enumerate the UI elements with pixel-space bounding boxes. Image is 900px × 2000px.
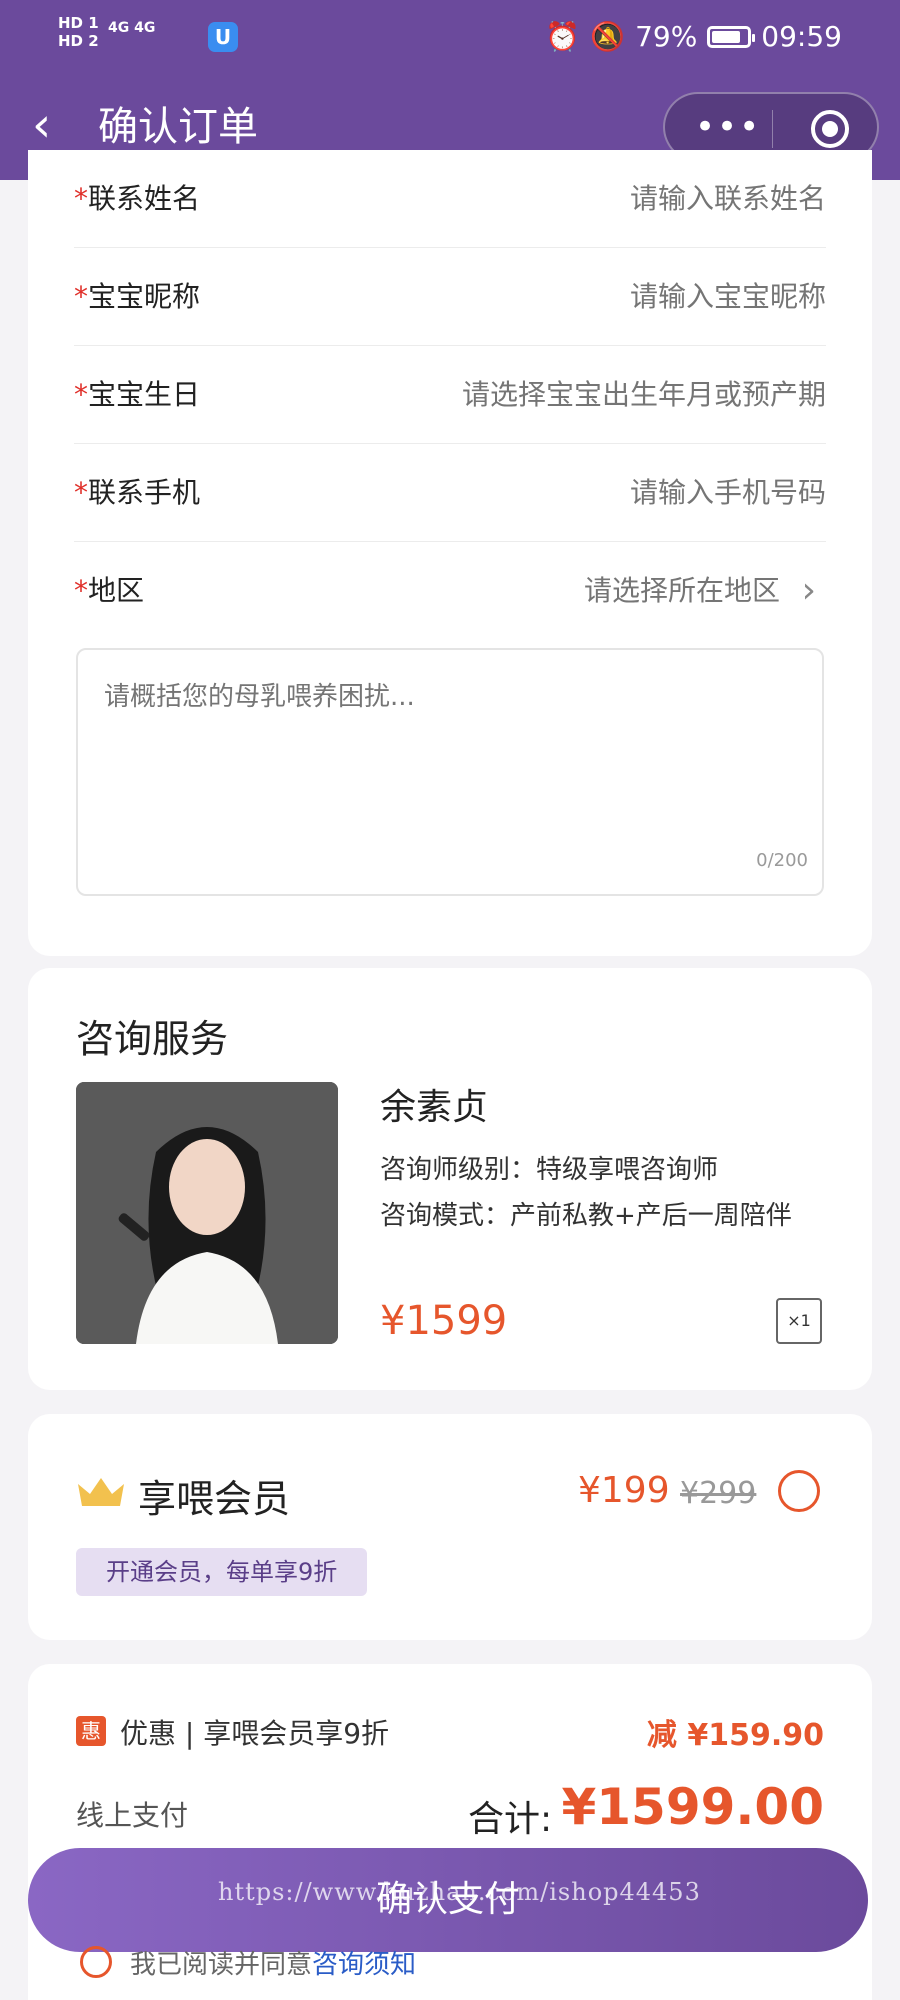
form-row-contact-name: *联系姓名 [74,150,826,248]
agree-radio[interactable] [80,1946,112,1978]
section-title: 咨询服务 [76,1017,229,1061]
status-bar: HD 1 HD 2 4G 4G U ⏰ 🔕 79% 09:59 [0,0,900,78]
discount-icon: 惠 [76,1716,106,1746]
status-right: ⏰ 🔕 79% 09:59 [545,20,842,53]
membership-original-price: ¥299 [680,1476,757,1511]
consultant-level: 咨询师级别：特级享喂咨询师 [380,1155,719,1185]
capsule-divider [772,110,773,148]
membership-title: 享喂会员 [138,1477,291,1521]
baby-nickname-input[interactable] [346,248,826,346]
chevron-right-icon: › [801,570,816,611]
crown-icon [78,1478,124,1506]
close-miniprogram-icon[interactable] [811,110,849,148]
page-title: 确认订单 [98,104,258,150]
field-label: *地区 [74,574,145,607]
membership-benefit-badge: 开通会员，每单享9折 [76,1548,368,1596]
consultant-photo [76,1082,338,1344]
discount-description: 优惠 | 享喂会员享9折 [120,1717,390,1750]
agreement-row: 我已阅读并同意 咨询须知 [80,1942,416,1982]
baby-birthday-picker[interactable] [266,346,826,444]
service-price: ¥1599 [380,1298,508,1344]
consultant-mode: 咨询模式：产前私教+产后一周陪伴 [380,1201,792,1231]
signal-icon: 4G 4G [108,20,156,36]
battery-percent: 79% [635,20,698,53]
mute-icon: 🔕 [590,20,626,53]
back-arrow-icon[interactable]: ‹ [32,100,72,150]
discount-amount: 减 ¥159.90 [646,1718,824,1753]
field-label: *联系姓名 [74,182,201,215]
consultant-name: 余素贞 [380,1087,489,1128]
quantity-badge: ×1 [776,1298,822,1344]
form-row-baby-nickname: *宝宝昵称 [74,248,826,346]
app-notification-icon: U [208,22,238,52]
field-label: *宝宝昵称 [74,280,201,313]
form-row-phone: *联系手机 [74,444,826,542]
battery-icon [707,25,756,48]
region-picker[interactable] [300,542,780,640]
alarm-icon: ⏰ [545,20,581,53]
consult-terms-link[interactable]: 咨询须知 [312,1944,416,1981]
char-counter: 0/200 [756,850,808,871]
clock: 09:59 [761,20,842,53]
total-amount: ¥1599.00 [561,1778,824,1836]
field-label: *联系手机 [74,476,201,509]
membership-radio[interactable] [778,1470,820,1512]
feeding-concern-textarea[interactable] [76,648,824,896]
agree-text: 我已阅读并同意 [130,1949,313,1980]
form-row-baby-birthday: *宝宝生日 [74,346,826,444]
form-row-region[interactable]: *地区 › [74,542,826,640]
payment-method: 线上支付 [76,1799,189,1832]
membership-card: 享喂会员 ¥199 ¥299 开通会员，每单享9折 [28,1414,872,1640]
membership-price: ¥199 [578,1470,670,1511]
contact-name-input[interactable] [346,150,826,248]
phone-input[interactable] [346,444,826,542]
watermark: https://www.huzhan.com/ishop44453 [218,1878,701,1906]
contact-form-card: *联系姓名 *宝宝昵称 *宝宝生日 *联系手机 *地区 › 0/200 [28,150,872,956]
consult-service-card: 咨询服务 余素贞 咨询师级别：特级享喂咨询师 咨询模式：产前私教+产后一周陪伴 … [28,968,872,1390]
sim-indicators: HD 1 HD 2 [58,14,99,50]
total-label: 合计: [468,1799,553,1840]
field-label: *宝宝生日 [74,378,201,411]
more-menu-icon[interactable]: ••• [695,104,759,150]
